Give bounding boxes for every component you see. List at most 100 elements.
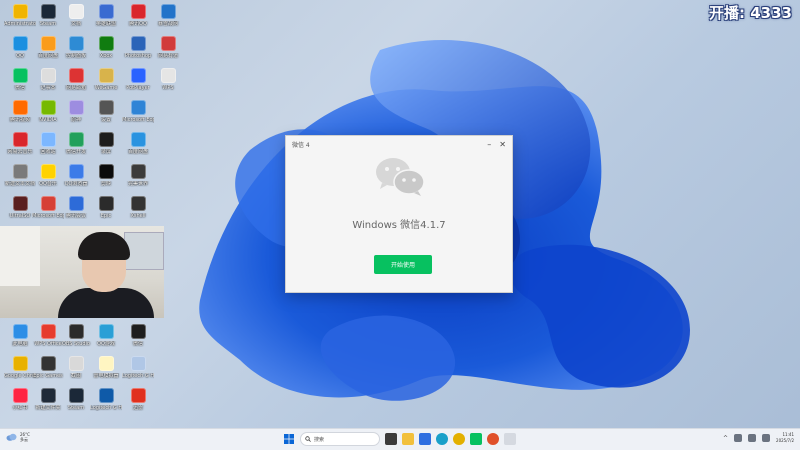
app-icon (68, 4, 84, 19)
desktop-icon[interactable]: 文档 (60, 2, 92, 38)
app-icon (40, 196, 56, 211)
desktop-icon-label: 微信开发 (65, 149, 86, 155)
desktop-icon[interactable]: 迅雷 (122, 386, 154, 422)
desktop-icon-label: 网易有道 (157, 53, 178, 59)
desktop-icon[interactable]: 录屏 (90, 130, 122, 166)
app-icon[interactable] (504, 433, 516, 445)
desktop-icon[interactable]: WPS (152, 66, 184, 102)
app-icon (68, 68, 84, 83)
minimize-icon[interactable]: – (487, 140, 491, 149)
app-icon (130, 4, 146, 19)
game-icon[interactable] (487, 433, 499, 445)
app-icon (40, 36, 56, 51)
desktop-icon-label: 微信 (132, 341, 143, 347)
desktop-icon[interactable]: 网易有道 (152, 34, 184, 70)
close-icon[interactable]: ✕ (499, 140, 506, 149)
app-icon (68, 388, 84, 403)
webcam-overlay (0, 226, 164, 318)
edge-icon[interactable] (436, 433, 448, 445)
desktop-icon[interactable]: 控制面板 (60, 34, 92, 70)
desktop-icon[interactable]: 原神 (60, 98, 92, 134)
app-icon (40, 132, 56, 147)
desktop-icon-label: 完美世界 (127, 181, 148, 187)
chrome-icon[interactable] (453, 433, 465, 445)
desktop-icon-label: PotPlayer (126, 85, 150, 91)
app-icon (12, 100, 28, 115)
app-icon (130, 356, 146, 371)
weather-widget[interactable]: 26°C 多云 (6, 432, 30, 442)
app-icon (160, 68, 176, 83)
store-icon[interactable] (419, 433, 431, 445)
desktop-icon[interactable]: 截图 (60, 354, 92, 390)
desktop-icon-label: WeGame (94, 85, 118, 91)
app-icon (12, 164, 28, 179)
desktop-icon-label: 剪映 (100, 181, 111, 187)
desktop-icon[interactable]: PotPlayer (122, 66, 154, 102)
desktop-icon[interactable]: Photoshop (122, 34, 154, 70)
taskbar: 26°C 多云 搜索 ^ 11:41 2025/7/2 (0, 428, 800, 450)
desktop-icon-label: OBS Studio (62, 341, 90, 347)
desktop-icon[interactable]: Epic (90, 194, 122, 230)
desktop-icon[interactable]: 微信开发 (60, 130, 92, 166)
desktop-icon[interactable]: Xbox (90, 34, 122, 70)
desktop-icon[interactable]: 暴雪战网 (152, 2, 184, 38)
app-icon (12, 388, 28, 403)
app-icon (40, 356, 56, 371)
app-icon (98, 4, 114, 19)
app-icon (68, 132, 84, 147)
desktop-icon[interactable]: QQ浏览器 (60, 162, 92, 198)
desktop-icon[interactable]: 完美世界 (122, 162, 154, 198)
app-icon (68, 324, 84, 339)
desktop-icon[interactable]: 设置 (90, 98, 122, 134)
app-icon (12, 324, 28, 339)
volume-icon[interactable] (748, 434, 757, 442)
desktop-icon[interactable]: WeGame (90, 66, 122, 102)
app-icon (68, 196, 84, 211)
desktop-icon[interactable]: Logitech G HUB (122, 354, 154, 390)
app-icon (98, 132, 114, 147)
app-icon (40, 164, 56, 179)
app-icon (130, 196, 146, 211)
desktop-icon[interactable]: Logitech G HUB (90, 386, 122, 422)
app-icon (68, 356, 84, 371)
desktop-icon[interactable]: 网易邮箱 (60, 66, 92, 102)
taskbar-search-box[interactable]: 搜索 (300, 432, 380, 446)
desktop-icon[interactable]: 腾讯会议 (60, 194, 92, 230)
desktop-icon-label: 百度网盘 (127, 149, 148, 155)
task-view-icon[interactable] (385, 433, 397, 445)
desktop-icon-label: Epic (100, 213, 112, 219)
desktop-icon[interactable]: 腾讯QQ (122, 2, 154, 38)
desktop-icon-label: 文档 (70, 21, 81, 27)
desktop-icon[interactable]: OBS Studio (60, 322, 92, 358)
desktop-icon[interactable]: 微信 (122, 322, 154, 358)
windows-start-icon[interactable] (283, 433, 295, 445)
start-using-button[interactable]: 开始使用 (374, 255, 432, 274)
desktop-icon[interactable]: Xshell (122, 194, 154, 230)
app-icon (12, 36, 28, 51)
app-icon (12, 68, 28, 83)
desktop-icon-label: 英雄联盟 (95, 21, 116, 27)
desktop-icon[interactable]: 剪映 (90, 162, 122, 198)
desktop-icon-label: 暴雪战网 (157, 21, 178, 27)
desktop-icon[interactable]: QQ游戏 (90, 322, 122, 358)
desktop-icon-label: 设置 (100, 117, 111, 123)
chevron-up-icon[interactable]: ^ (723, 435, 728, 442)
desktop-icon-label: 迅雷 (132, 405, 143, 411)
app-icon (98, 356, 114, 371)
system-tray: ^ 11:41 2025/7/2 (723, 432, 794, 444)
desktop-icon[interactable]: 雷电模拟器 (90, 354, 122, 390)
network-icon[interactable] (734, 434, 743, 442)
stream-score-overlay: 开播: 4333 (709, 4, 792, 22)
taskbar-clock[interactable]: 11:41 2025/7/2 (776, 432, 794, 444)
desktop-icon[interactable]: Steam (60, 386, 92, 422)
file-explorer-icon[interactable] (402, 433, 414, 445)
desktop-icon[interactable]: 英雄联盟 (90, 2, 122, 38)
battery-icon[interactable] (762, 434, 771, 442)
dialog-title: 微信 4 (292, 142, 310, 149)
desktop-icon[interactable]: 百度网盘 (122, 130, 154, 166)
wechat-taskbar-icon[interactable] (470, 433, 482, 445)
app-icon (68, 36, 84, 51)
app-icon (40, 68, 56, 83)
desktop-icon-label: Xbox (99, 53, 113, 59)
desktop-icon[interactable]: Microsoft Edge (122, 98, 154, 134)
